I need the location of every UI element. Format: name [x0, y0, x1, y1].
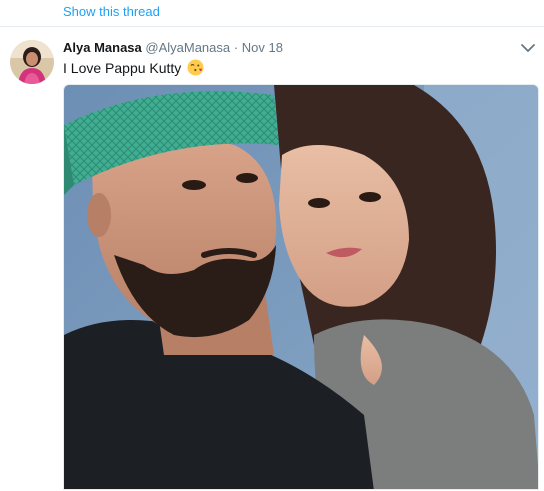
show-thread-link[interactable]: Show this thread	[63, 4, 160, 19]
avatar[interactable]	[10, 40, 54, 84]
author-handle[interactable]: @AlyaManasa	[145, 40, 230, 55]
face-blowing-kiss-icon	[187, 59, 204, 80]
tweet-photo[interactable]	[63, 84, 539, 490]
chevron-down-icon[interactable]	[520, 41, 536, 53]
tweet[interactable]: Alya Manasa @AlyaManasa · Nov 18 I Love …	[0, 28, 544, 491]
tweet-text: I Love Pappu Kutty	[63, 60, 182, 76]
tweet-header: Alya Manasa @AlyaManasa · Nov 18	[63, 40, 283, 56]
tweet-date[interactable]: Nov 18	[242, 40, 283, 55]
thread-bar: Show this thread	[0, 0, 544, 27]
separator-dot: ·	[233, 40, 239, 55]
author-name[interactable]: Alya Manasa	[63, 40, 142, 55]
tweet-text-container: I Love Pappu Kutty	[63, 59, 204, 80]
